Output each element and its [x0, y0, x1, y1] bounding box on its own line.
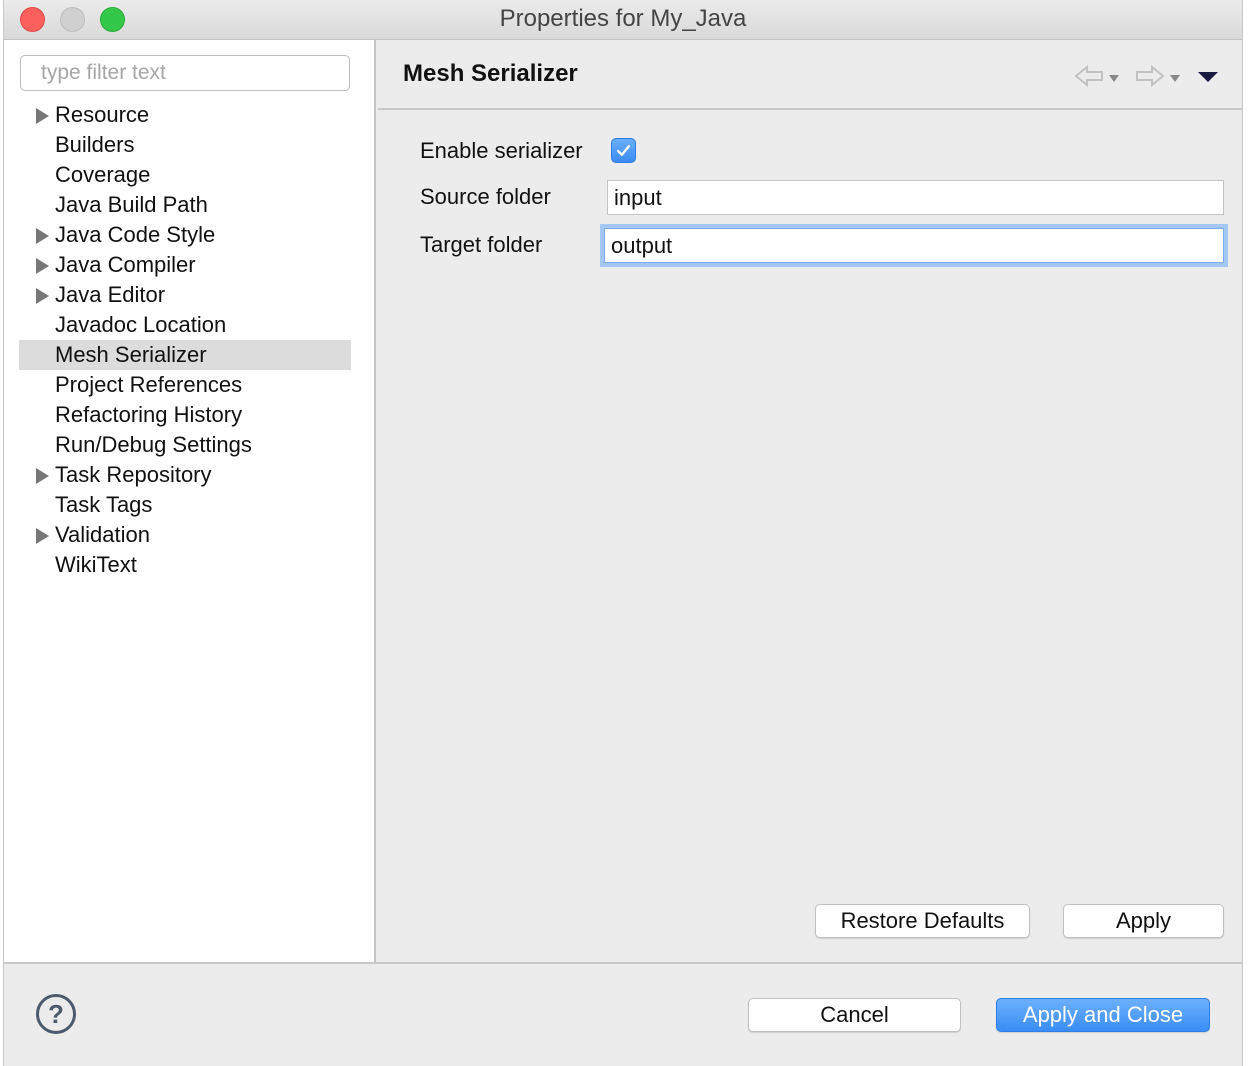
tree-item[interactable]: WikiText	[19, 550, 351, 580]
tree-item[interactable]: Resource	[19, 100, 351, 130]
tree-item-label: Run/Debug Settings	[55, 432, 252, 457]
tree-item[interactable]: Java Code Style	[19, 220, 351, 250]
tree-item[interactable]: Refactoring History	[19, 400, 351, 430]
tree-item[interactable]: Task Tags	[19, 490, 351, 520]
tree-item-label: Java Compiler	[55, 252, 196, 277]
expand-arrow-icon[interactable]	[36, 108, 49, 124]
help-icon[interactable]: ?	[36, 994, 76, 1034]
filter-input[interactable]	[20, 55, 350, 91]
tree-item-label: Refactoring History	[55, 402, 243, 427]
expand-arrow-icon[interactable]	[36, 468, 49, 484]
tree-item[interactable]: Run/Debug Settings	[19, 430, 351, 460]
expand-arrow-icon[interactable]	[36, 528, 49, 544]
back-button[interactable]	[1074, 62, 1119, 90]
tree-item-label: Java Build Path	[55, 192, 208, 217]
properties-dialog: Properties for My_Java Resource Builders C…	[3, 0, 1243, 1066]
view-menu-button[interactable]	[1198, 62, 1218, 90]
source-folder-label: Source folder	[420, 184, 551, 209]
title-bar: Properties for My_Java	[4, 0, 1242, 40]
tree-item[interactable]: Builders	[19, 130, 351, 160]
page-header: Mesh Serializer	[378, 40, 1242, 110]
tree-item[interactable]: Validation	[19, 520, 351, 550]
tree-item[interactable]: Project References	[19, 370, 351, 400]
forward-arrow-icon	[1136, 64, 1165, 88]
back-arrow-icon	[1074, 64, 1103, 88]
tree-item-label: Coverage	[55, 162, 151, 187]
tree-item-label: Java Editor	[55, 282, 166, 307]
window-title: Properties for My_Java	[499, 5, 747, 32]
apply-button[interactable]: Apply	[1063, 904, 1224, 938]
target-folder-input[interactable]	[600, 224, 1228, 267]
tree-item[interactable]: Java Editor	[19, 280, 351, 310]
preference-page: Mesh Serializer Enable serializer Source…	[378, 40, 1242, 962]
target-folder-label: Target folder	[420, 232, 543, 257]
category-tree: Resource Builders Coverage Java Build Path J…	[19, 100, 351, 580]
tree-item[interactable]: Javadoc Location	[19, 310, 351, 340]
tree-item-label: Java Code Style	[55, 222, 216, 247]
source-folder-input[interactable]	[607, 180, 1224, 215]
page-title: Mesh Serializer	[403, 60, 578, 87]
tree-item-label: Mesh Serializer	[55, 342, 207, 367]
tree-item[interactable]: Coverage	[19, 160, 351, 190]
tree-item-label: Task Tags	[55, 492, 153, 517]
tree-item-label: WikiText	[55, 552, 137, 577]
tree-item-label: Project References	[55, 372, 243, 397]
tree-item-label: Task Repository	[55, 462, 212, 487]
view-menu-icon	[1198, 72, 1218, 82]
tree-item[interactable]: Task Repository	[19, 460, 351, 490]
expand-arrow-icon[interactable]	[36, 258, 49, 274]
forward-dropdown-icon[interactable]	[1170, 74, 1180, 82]
background-window	[1242, 40, 1260, 1066]
enable-serializer-checkbox[interactable]	[611, 138, 636, 163]
forward-button[interactable]	[1135, 62, 1180, 90]
tree-item[interactable]: Java Compiler	[19, 250, 351, 280]
expand-arrow-icon[interactable]	[36, 288, 49, 304]
back-dropdown-icon[interactable]	[1109, 74, 1119, 82]
tree-item-label: Builders	[55, 132, 135, 157]
enable-serializer-label: Enable serializer	[420, 138, 583, 163]
checkmark-icon	[617, 145, 630, 156]
tree-item[interactable]: Mesh Serializer	[19, 340, 351, 370]
cancel-button[interactable]: Cancel	[748, 998, 961, 1032]
dialog-footer: ? Cancel Apply and Close	[4, 962, 1242, 1066]
tree-item[interactable]: Java Build Path	[19, 190, 351, 220]
expand-arrow-icon[interactable]	[36, 228, 49, 244]
help-glyph: ?	[48, 998, 64, 1029]
tree-item-label: Javadoc Location	[55, 312, 227, 337]
restore-defaults-button[interactable]: Restore Defaults	[815, 904, 1030, 938]
tree-item-label: Resource	[55, 102, 150, 127]
category-panel: Resource Builders Coverage Java Build Path J…	[4, 40, 376, 962]
apply-and-close-button[interactable]: Apply and Close	[996, 998, 1210, 1032]
tree-item-label: Validation	[55, 522, 150, 547]
